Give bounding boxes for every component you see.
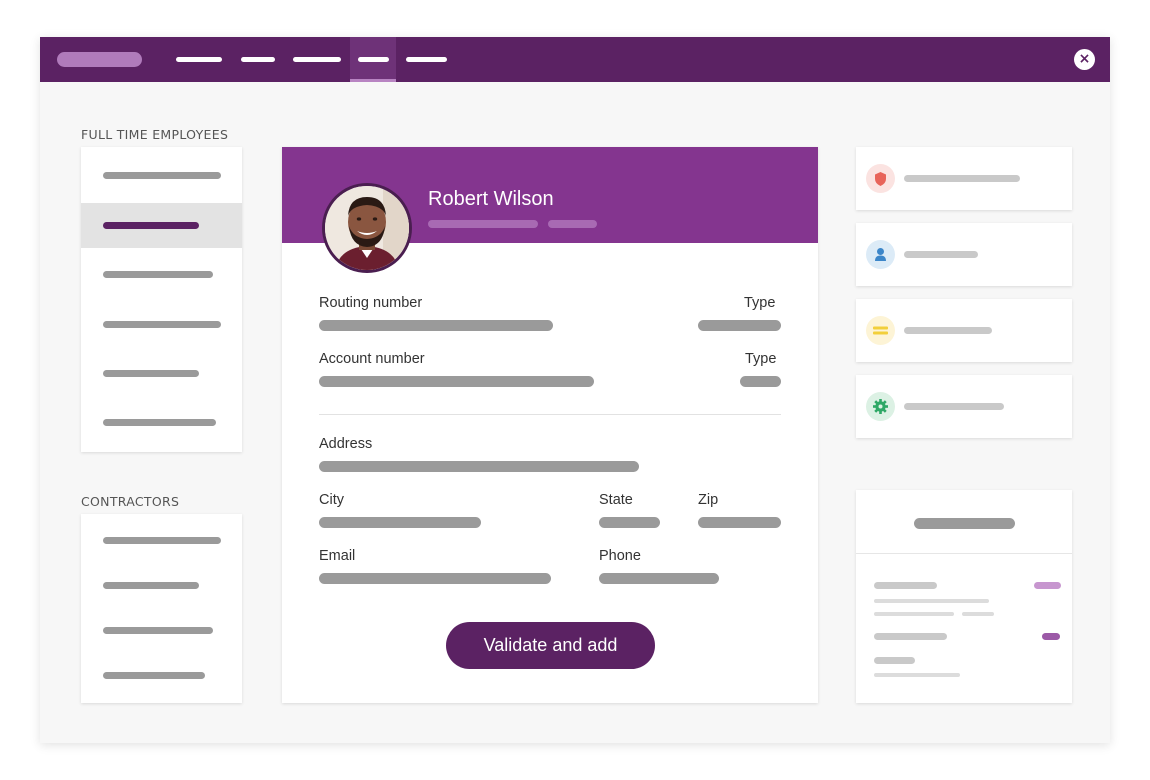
- zip-label: Zip: [698, 492, 719, 508]
- employee-list-item[interactable]: [81, 399, 242, 444]
- account-number-label: Account number: [319, 351, 425, 367]
- city-label: City: [319, 492, 344, 508]
- summary-row-label: [874, 657, 915, 664]
- summary-row-detail: [874, 612, 954, 616]
- summary-divider: [856, 553, 1072, 554]
- avatar: [322, 183, 412, 273]
- profile-subtitle-placeholder: [428, 220, 538, 228]
- summary-row-value: [1042, 633, 1060, 640]
- phone-value[interactable]: [599, 573, 719, 584]
- contractors-list: [81, 514, 242, 703]
- side-card-label-placeholder: [904, 175, 1020, 182]
- side-card-label-placeholder: [904, 403, 1004, 410]
- summary-row-detail: [962, 612, 994, 616]
- side-card-label-placeholder: [904, 251, 978, 258]
- summary-row-label: [874, 633, 947, 640]
- state-label: State: [599, 492, 633, 508]
- full-time-employees-label: FULL TIME EMPLOYEES: [81, 127, 229, 142]
- side-card-settings[interactable]: [856, 375, 1072, 438]
- section-divider: [319, 414, 781, 415]
- city-value[interactable]: [319, 517, 481, 528]
- side-card-security[interactable]: [856, 147, 1072, 210]
- user-icon: [866, 240, 895, 269]
- routing-number-label: Routing number: [319, 295, 423, 311]
- account-type-value[interactable]: [740, 376, 781, 387]
- address-label: Address: [319, 436, 373, 452]
- employee-list-item[interactable]: [81, 350, 242, 395]
- employee-list-item[interactable]: [81, 301, 242, 346]
- email-label: Email: [319, 548, 356, 564]
- zip-value[interactable]: [698, 517, 781, 528]
- profile-subtitle-placeholder: [548, 220, 597, 228]
- employee-list-item[interactable]: [81, 152, 242, 197]
- side-card-payment[interactable]: [856, 299, 1072, 362]
- contractor-list-item[interactable]: [81, 607, 242, 652]
- contractor-list-item[interactable]: [81, 517, 242, 562]
- employee-detail-card: Robert Wilson Routing number Type Accoun…: [282, 147, 818, 703]
- full-time-employees-list: [81, 147, 242, 452]
- address-value[interactable]: [319, 461, 639, 472]
- summary-title-placeholder: [914, 518, 1015, 529]
- routing-type-value[interactable]: [698, 320, 781, 331]
- employee-list-item-selected[interactable]: [81, 203, 242, 248]
- side-card-user[interactable]: [856, 223, 1072, 286]
- state-value[interactable]: [599, 517, 660, 528]
- summary-row-value: [1034, 582, 1061, 589]
- avatar-portrait: [325, 186, 409, 270]
- routing-type-label: Type: [744, 295, 776, 311]
- email-value[interactable]: [319, 573, 551, 584]
- account-number-value[interactable]: [319, 376, 594, 387]
- app-window: × FULL TIME EMPLOYEES CONTRACTORS Robert…: [40, 37, 1110, 743]
- card-icon: [866, 316, 895, 345]
- validate-and-add-button[interactable]: Validate and add: [446, 622, 655, 669]
- employee-name: Robert Wilson: [428, 188, 554, 210]
- phone-label: Phone: [599, 548, 641, 564]
- contractors-label: CONTRACTORS: [81, 494, 180, 509]
- nav-item-1[interactable]: [168, 37, 230, 82]
- summary-row-label: [874, 582, 937, 589]
- app-logo[interactable]: [57, 52, 142, 67]
- summary-row-detail: [874, 673, 960, 677]
- nav-item-3[interactable]: [287, 37, 347, 82]
- nav-item-4-active[interactable]: [350, 37, 396, 82]
- summary-card: [856, 490, 1072, 703]
- contractor-list-item[interactable]: [81, 562, 242, 607]
- nav-item-2[interactable]: [235, 37, 280, 82]
- summary-row-detail: [874, 599, 989, 603]
- shield-icon: [866, 164, 895, 193]
- gear-icon: [866, 392, 895, 421]
- account-type-label: Type: [745, 351, 777, 367]
- employee-list-item[interactable]: [81, 251, 242, 296]
- close-icon[interactable]: ×: [1074, 49, 1095, 70]
- nav-item-5[interactable]: [400, 37, 452, 82]
- contractor-list-item[interactable]: [81, 652, 242, 697]
- side-card-label-placeholder: [904, 327, 992, 334]
- top-nav-bar: ×: [40, 37, 1110, 82]
- routing-number-value[interactable]: [319, 320, 553, 331]
